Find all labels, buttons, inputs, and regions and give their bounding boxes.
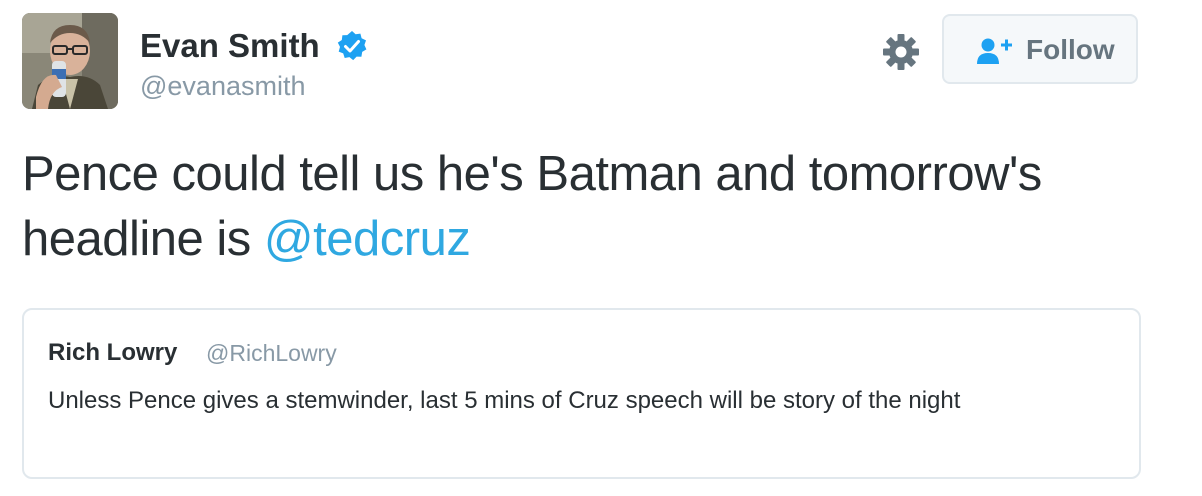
quoted-tweet-text: Unless Pence gives a stemwinder, last 5 … xyxy=(48,387,961,414)
follow-button-label: Follow xyxy=(1026,34,1115,65)
verified-badge-icon xyxy=(337,31,367,61)
follow-button[interactable]: Follow xyxy=(942,14,1138,84)
add-user-icon xyxy=(977,38,1012,64)
mention-link[interactable]: @tedcruz xyxy=(264,212,471,266)
tweet-card: Evan Smith @evanasmith Follow Pence coul… xyxy=(0,0,1202,496)
tweet-text: Pence could tell us he's Batman and tomo… xyxy=(22,142,1182,272)
profile-photo xyxy=(22,13,118,109)
gear-icon[interactable] xyxy=(882,33,920,71)
author-name[interactable]: Evan Smith xyxy=(140,26,320,66)
author-handle[interactable]: @evanasmith xyxy=(140,70,305,102)
quoted-author-name: Rich Lowry xyxy=(48,339,178,366)
quoted-tweet[interactable]: Rich Lowry @RichLowry Unless Pence gives… xyxy=(22,308,1141,479)
tweet-body: Pence could tell us he's Batman and tomo… xyxy=(22,147,1042,266)
quoted-author-handle: @RichLowry xyxy=(206,340,337,366)
avatar[interactable] xyxy=(22,13,118,109)
